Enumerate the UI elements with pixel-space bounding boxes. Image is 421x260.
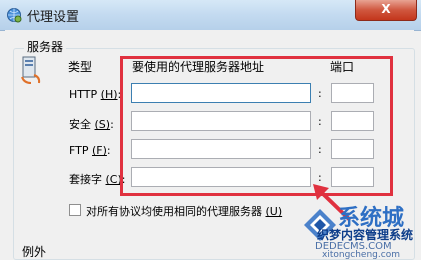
globe-settings-icon xyxy=(7,8,22,23)
server-icon xyxy=(21,56,41,84)
highlight-box xyxy=(120,56,393,196)
same-proxy-label: 对所有协议均使用相同的代理服务器 (U) xyxy=(86,205,283,218)
window-title: 代理设置 xyxy=(27,10,80,25)
same-proxy-checkbox[interactable] xyxy=(69,204,81,216)
servers-group-label: 服务器 xyxy=(24,38,67,55)
watermark-line4: xitongcheng.com xyxy=(322,250,400,260)
type-column-header: 类型 xyxy=(68,60,93,74)
http-label: HTTP (H): xyxy=(69,88,122,101)
exceptions-group-label: 例外 xyxy=(22,245,47,259)
secure-label: 安全 (S): xyxy=(69,118,114,131)
title-bar: 代理设置 X xyxy=(0,0,421,31)
close-button[interactable]: X xyxy=(355,0,417,21)
socks-label: 套接字 (C): xyxy=(69,173,126,186)
ftp-label: FTP (F): xyxy=(69,144,111,157)
